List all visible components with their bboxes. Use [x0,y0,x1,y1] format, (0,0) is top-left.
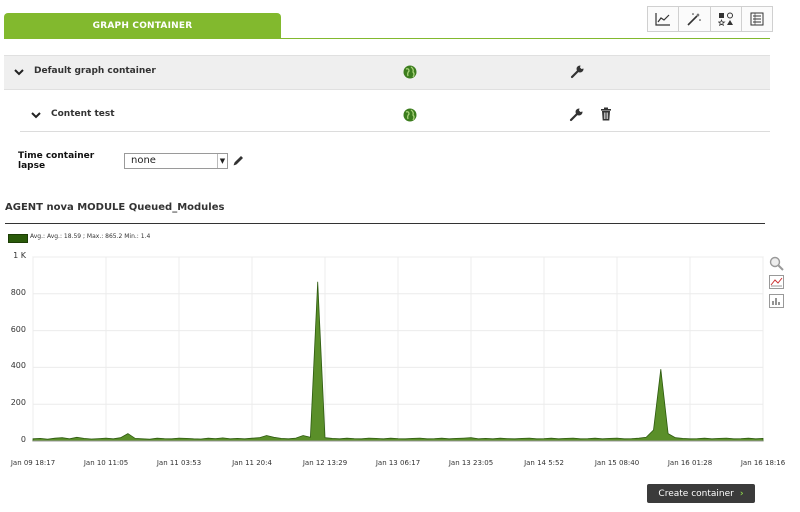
create-container-button[interactable]: Create container › [647,484,755,503]
zoom-icon[interactable] [769,256,784,271]
chevron-right-icon: › [739,488,744,499]
chart-area [32,256,764,442]
graph-toggle-icon[interactable] [769,275,784,289]
chart-settings-icon[interactable] [769,294,784,308]
create-container-label: Create container [658,488,734,499]
